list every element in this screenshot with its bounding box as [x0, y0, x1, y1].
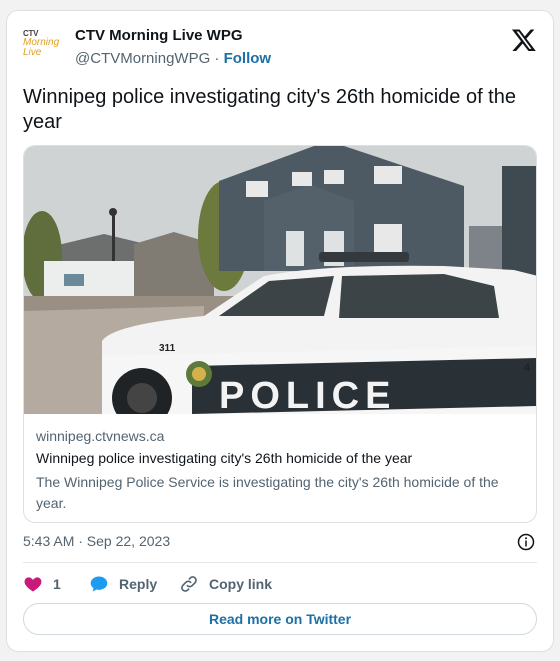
copy-link-button[interactable]: Copy link: [179, 573, 272, 595]
tweet-header: CTV Morning Live CTV Morning Live WPG @C…: [23, 25, 537, 73]
tweet-timestamp[interactable]: 5:43 AM · Sep 22, 2023: [23, 533, 170, 549]
read-more-button[interactable]: Read more on Twitter: [23, 603, 537, 635]
car-police-text: POLICE: [219, 375, 396, 414]
car-unit-number: 311: [159, 343, 176, 354]
reply-button[interactable]: Reply: [89, 573, 157, 595]
author-display-name[interactable]: CTV Morning Live WPG: [75, 27, 271, 44]
reply-bubble-icon: [90, 576, 108, 592]
tweet-text: Winnipeg police investigating city's 26t…: [23, 86, 516, 133]
avatar[interactable]: CTV Morning Live: [23, 29, 67, 73]
link-preview-image: 311 WINNIPEG POLICE 4: [24, 146, 536, 414]
link-icon: [181, 576, 197, 592]
divider: [23, 562, 537, 563]
link-description: The Winnipeg Police Service is investiga…: [36, 474, 499, 511]
car-side-number: 4: [524, 362, 531, 374]
link-preview-meta: winnipeg.ctvnews.ca Winnipeg police inve…: [36, 428, 526, 514]
author-handle-row: @CTVMorningWPG · Follow: [75, 50, 271, 67]
timestamp-row: 5:43 AM · Sep 22, 2023: [23, 533, 537, 553]
like-button[interactable]: 1: [23, 573, 61, 595]
link-domain: winnipeg.ctvnews.ca: [36, 428, 165, 444]
link-title[interactable]: Winnipeg police investigating city's 26t…: [36, 450, 526, 466]
like-count: 1: [53, 576, 61, 592]
link-preview-card[interactable]: 311 WINNIPEG POLICE 4 winnipeg.ctvnews.c…: [23, 145, 537, 523]
author-block: CTV Morning Live WPG @CTVMorningWPG · Fo…: [75, 27, 271, 67]
follow-button[interactable]: Follow: [224, 50, 272, 67]
x-logo-icon[interactable]: [511, 27, 537, 53]
handle-separator: ·: [214, 50, 220, 67]
tweet-embed-card: CTV Morning Live CTV Morning Live WPG @C…: [6, 10, 554, 652]
avatar-line2-text: Live: [23, 47, 42, 58]
copy-link-label: Copy link: [209, 576, 273, 592]
info-icon[interactable]: [517, 533, 535, 551]
tweet-actions: 1 Reply Copy link: [23, 573, 537, 595]
heart-icon: [24, 577, 42, 592]
author-handle[interactable]: @CTVMorningWPG: [75, 50, 210, 67]
reply-label: Reply: [119, 576, 158, 592]
